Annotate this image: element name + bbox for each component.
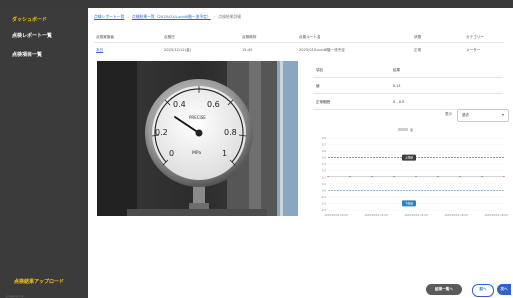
measurement-header: 項目 結果	[313, 62, 503, 78]
gauge-scale-0: 0	[169, 149, 174, 158]
cell-inspector[interactable]: 本日	[96, 48, 103, 53]
y-tick-label: 0.4	[322, 162, 326, 166]
measurement-value: 0.21	[393, 84, 401, 88]
measurement-label: 値	[316, 84, 320, 88]
header-date: 点検日	[164, 35, 175, 39]
y-tick-label: -0.3	[321, 208, 326, 212]
breadcrumb: 点検レポート一覧 › 点検結果一覧（2025/01/Lucid8階一流予定） › 点検結…	[94, 14, 241, 20]
data-point	[371, 176, 373, 178]
cell-route: 2025/01/Lucid8階一流予定	[299, 48, 345, 52]
measurement-value: 0 - 0.5	[393, 100, 405, 104]
measurement-header-label: 項目	[316, 68, 323, 72]
legend-label: 値	[410, 127, 413, 132]
history-chart-svg: 値 0.8 0.7 0.6 0.5 0.4 0.3 0.2 0.1 0.0 -0.1 -0.2 -0.3…	[321, 127, 508, 217]
top-bar	[0, 0, 513, 8]
gauge-scale-1: 1	[222, 149, 227, 158]
x-tick-label: 2025/01/16 12:00	[364, 213, 388, 217]
measurement-label: 正常範囲	[316, 100, 330, 104]
next-button[interactable]: 次へ	[497, 284, 511, 295]
y-tick-label: -0.2	[321, 201, 326, 205]
cell-status: 正常	[414, 48, 422, 52]
main-panel: 点検レポート一覧 › 点検結果一覧（2025/01/Lucid8階一流予定） › 点検結…	[88, 8, 513, 298]
chevron-down-icon: ▾	[501, 112, 504, 117]
gauge-scale-06: 0.6	[207, 100, 220, 109]
prev-button[interactable]: 前へ	[472, 284, 494, 297]
header-time: 点検時刻	[242, 35, 257, 39]
gauge-scale-08: 0.8	[224, 128, 237, 137]
measurement-table: 項目 結果 値 0.21 正常範囲 0 - 0.5	[313, 62, 503, 110]
period-label: 表示	[445, 112, 452, 116]
history-chart: 値 0.8 0.7 0.6 0.5 0.4 0.3 0.2 0.1 0.0 -0.1 -0.2 -0.3…	[314, 124, 510, 228]
meter-photo: 0 0.2 0.4 0.6 0.8 1 PRECISE MPa	[97, 61, 298, 216]
cell-date: 2025/12/12(金)	[164, 48, 192, 52]
lower-limit-label: 下限値	[405, 201, 414, 205]
sidebar-item-inspection-items[interactable]: 点検項目一覧	[12, 51, 42, 58]
y-tick-label: 0.0	[322, 188, 326, 192]
result-list-button[interactable]: 結果一覧へ	[426, 284, 462, 295]
data-point	[327, 176, 329, 178]
y-tick-label: 0.8	[322, 136, 326, 140]
x-tick-label: 2025/01/16 10:00	[324, 213, 348, 217]
legend-swatch	[398, 128, 408, 131]
data-point	[481, 176, 483, 178]
table-row: 本日 2025/12/12(金) 15:45 2025/01/Lucid8階一流…	[94, 46, 504, 55]
y-tick-label: 0.3	[322, 169, 326, 173]
gauge-scale-02: 0.2	[155, 128, 168, 137]
gauge-unit: MPa	[192, 150, 201, 156]
header-inspector: 点検実施者	[96, 35, 114, 39]
data-point	[459, 176, 461, 178]
x-tick-label: 2025/01/16 16:00	[444, 213, 468, 217]
powered-by-text: powered by ...	[6, 294, 28, 298]
data-point	[415, 176, 417, 178]
header-route: 点検ルート名	[299, 35, 321, 39]
sidebar-item-report-list[interactable]: 点検レポート一覧	[12, 32, 52, 39]
y-tick-label: 0.6	[322, 149, 326, 153]
breadcrumb-current: 点検結果詳細	[218, 14, 242, 19]
header-category: カテゴリー	[466, 35, 484, 39]
y-tick-label: 0.5	[322, 156, 326, 160]
sidebar-upload-link[interactable]: 点検結果アップロード	[14, 278, 64, 285]
y-tick-label: -0.1	[321, 195, 326, 199]
period-select[interactable]: 過去 ▾	[457, 109, 509, 122]
gauge-scale-04: 0.4	[173, 100, 186, 109]
table-row: 値 0.21	[313, 78, 503, 94]
x-tick-label: 2025/01/16 18:00	[484, 213, 508, 217]
sidebar-dashboard-link[interactable]: ダッシュボード	[12, 16, 47, 23]
data-point	[349, 176, 351, 178]
cell-category: メーター	[466, 48, 481, 52]
y-tick-label: 0.2	[322, 175, 326, 179]
breadcrumb-result-list[interactable]: 点検結果一覧（2025/01/Lucid8階一流予定）	[132, 14, 211, 19]
cell-time: 15:45	[242, 48, 253, 52]
breadcrumb-report-list[interactable]: 点検レポート一覧	[94, 14, 124, 19]
y-tick-label: 0.1	[322, 182, 326, 186]
data-point	[503, 176, 505, 178]
x-tick-label: 2025/01/16 14:00	[404, 213, 428, 217]
data-point	[393, 176, 395, 178]
record-table-header: 点検実施者 点検日 点検時刻 点検ルート名 状態 カテゴリー	[94, 33, 504, 43]
breadcrumb-separator: ›	[213, 14, 216, 19]
y-tick-label: 0.7	[322, 143, 326, 147]
data-point	[437, 176, 439, 178]
period-select-value: 過去	[462, 113, 469, 117]
measurement-header-value: 結果	[393, 68, 400, 72]
gauge-brand: PRECISE	[189, 115, 206, 120]
breadcrumb-separator: ›	[127, 14, 129, 19]
table-row: 正常範囲 0 - 0.5	[313, 94, 503, 110]
sidebar: ダッシュボード 点検レポート一覧 点検項目一覧 点検結果アップロード power…	[0, 8, 88, 298]
header-status: 状態	[414, 35, 422, 39]
upper-limit-label: 上限値	[405, 156, 414, 160]
